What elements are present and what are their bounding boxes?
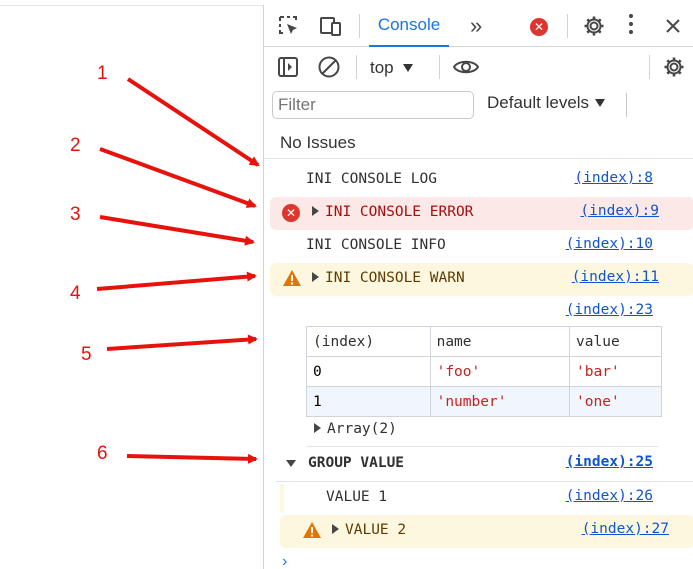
log-message: VALUE 1 (326, 489, 388, 505)
source-link[interactable]: (index):26 (566, 488, 653, 504)
array-expander[interactable]: Array(2) (314, 421, 397, 437)
annotation-2: 2 (70, 135, 81, 156)
table-cell: 'bar' (569, 356, 662, 387)
expand-triangle-icon[interactable] (312, 272, 319, 282)
error-message[interactable]: INI CONSOLE ERROR (312, 204, 473, 220)
annotation-1: 1 (97, 63, 108, 84)
tab-separator (567, 14, 568, 38)
page-border (0, 5, 263, 6)
annotation-4: 4 (70, 283, 81, 304)
device-toolbar-icon[interactable] (314, 9, 348, 43)
console-prompt-icon[interactable]: › (282, 553, 287, 569)
inspect-element-icon[interactable] (272, 9, 306, 43)
console-info-row: INI CONSOLE INFO (index):10 (264, 230, 693, 263)
info-message: INI CONSOLE INFO (306, 237, 446, 253)
table-row: 0 'foo' 'bar' (306, 356, 662, 387)
tab-console[interactable]: Console (369, 5, 449, 47)
source-link[interactable]: (index):8 (574, 170, 653, 186)
log-levels-dropdown[interactable]: Default levels (487, 93, 606, 113)
group-indent-bar (280, 484, 284, 513)
table-cell: 0 (306, 356, 431, 387)
toolbar-separator (356, 55, 357, 79)
console-group-row[interactable]: GROUP VALUE (index):25 (264, 448, 693, 481)
console-error-row: ✕ INI CONSOLE ERROR (index):9 (270, 197, 693, 230)
annotation-5: 5 (81, 344, 92, 365)
table-cell: 'number' (429, 386, 571, 417)
sidebar-toggle-icon[interactable] (271, 50, 305, 84)
issues-status[interactable]: No Issues (264, 127, 693, 159)
devtools-tabbar: Console » ✕ (264, 5, 693, 47)
error-count-icon[interactable]: ✕ (530, 18, 548, 36)
settings-gear-icon[interactable] (577, 9, 611, 43)
group-log-row: VALUE 1 (index):26 (264, 482, 693, 515)
console-table-header-row: (index):23 (264, 296, 693, 329)
table-row: 1 'number' 'one' (306, 386, 662, 417)
table-header[interactable]: value (569, 326, 662, 357)
source-link[interactable]: (index):27 (582, 521, 669, 537)
annotation-3: 3 (70, 204, 81, 225)
expand-triangle-icon[interactable] (332, 524, 339, 534)
table-cell: 'one' (569, 386, 662, 417)
source-link[interactable]: (index):10 (566, 236, 653, 252)
chevron-down-icon (402, 64, 413, 72)
kebab-menu-icon[interactable] (629, 14, 633, 34)
close-icon[interactable] (656, 9, 690, 43)
table-cell: 1 (306, 386, 431, 417)
devtools-panel: Console » ✕ top Filter Default levels No… (263, 5, 693, 569)
error-icon: ✕ (282, 204, 300, 222)
log-levels-label: Default levels (487, 93, 590, 112)
page-area (0, 0, 263, 569)
toolbar-separator (626, 93, 627, 117)
console-log-row: INI CONSOLE LOG (index):8 (264, 164, 693, 197)
live-expression-eye-icon[interactable] (449, 50, 483, 84)
annotation-6: 6 (97, 443, 108, 464)
warn-message[interactable]: INI CONSOLE WARN (312, 270, 465, 286)
source-link[interactable]: (index):9 (580, 203, 659, 219)
warning-icon (282, 269, 302, 291)
expand-triangle-icon[interactable] (312, 206, 319, 216)
chevron-down-icon (595, 99, 606, 107)
more-tabs-icon[interactable]: » (470, 13, 482, 39)
tab-separator (359, 14, 360, 38)
filter-row: Default levels (264, 87, 693, 123)
table-cell: 'foo' (429, 356, 571, 387)
context-selector[interactable]: top (370, 55, 413, 81)
clear-console-icon[interactable] (312, 50, 346, 84)
console-warn-row: INI CONSOLE WARN (index):11 (270, 263, 693, 296)
console-toolbar: top (264, 47, 693, 87)
table-header[interactable]: (index) (306, 326, 431, 357)
array-row[interactable]: Array(2) (264, 414, 693, 447)
group-label[interactable]: GROUP VALUE (286, 455, 404, 471)
context-label: top (370, 58, 394, 77)
console-table: (index) name value 0 'foo' 'bar' 1 'numb… (306, 326, 662, 417)
toolbar-separator (439, 55, 440, 79)
log-message: INI CONSOLE LOG (306, 171, 437, 187)
source-link[interactable]: (index):11 (572, 269, 659, 285)
source-link[interactable]: (index):23 (566, 302, 653, 318)
collapse-triangle-icon[interactable] (286, 460, 296, 467)
warning-icon (302, 521, 322, 543)
toolbar-separator (649, 55, 650, 79)
filter-input[interactable] (272, 91, 474, 119)
group-warn-row: VALUE 2 (index):27 (280, 515, 693, 548)
source-link[interactable]: (index):25 (566, 454, 653, 470)
expand-triangle-icon[interactable] (314, 423, 321, 433)
table-header[interactable]: name (429, 326, 571, 357)
console-settings-gear-icon[interactable] (657, 50, 691, 84)
warn-message[interactable]: VALUE 2 (332, 522, 406, 538)
divider (306, 446, 658, 447)
